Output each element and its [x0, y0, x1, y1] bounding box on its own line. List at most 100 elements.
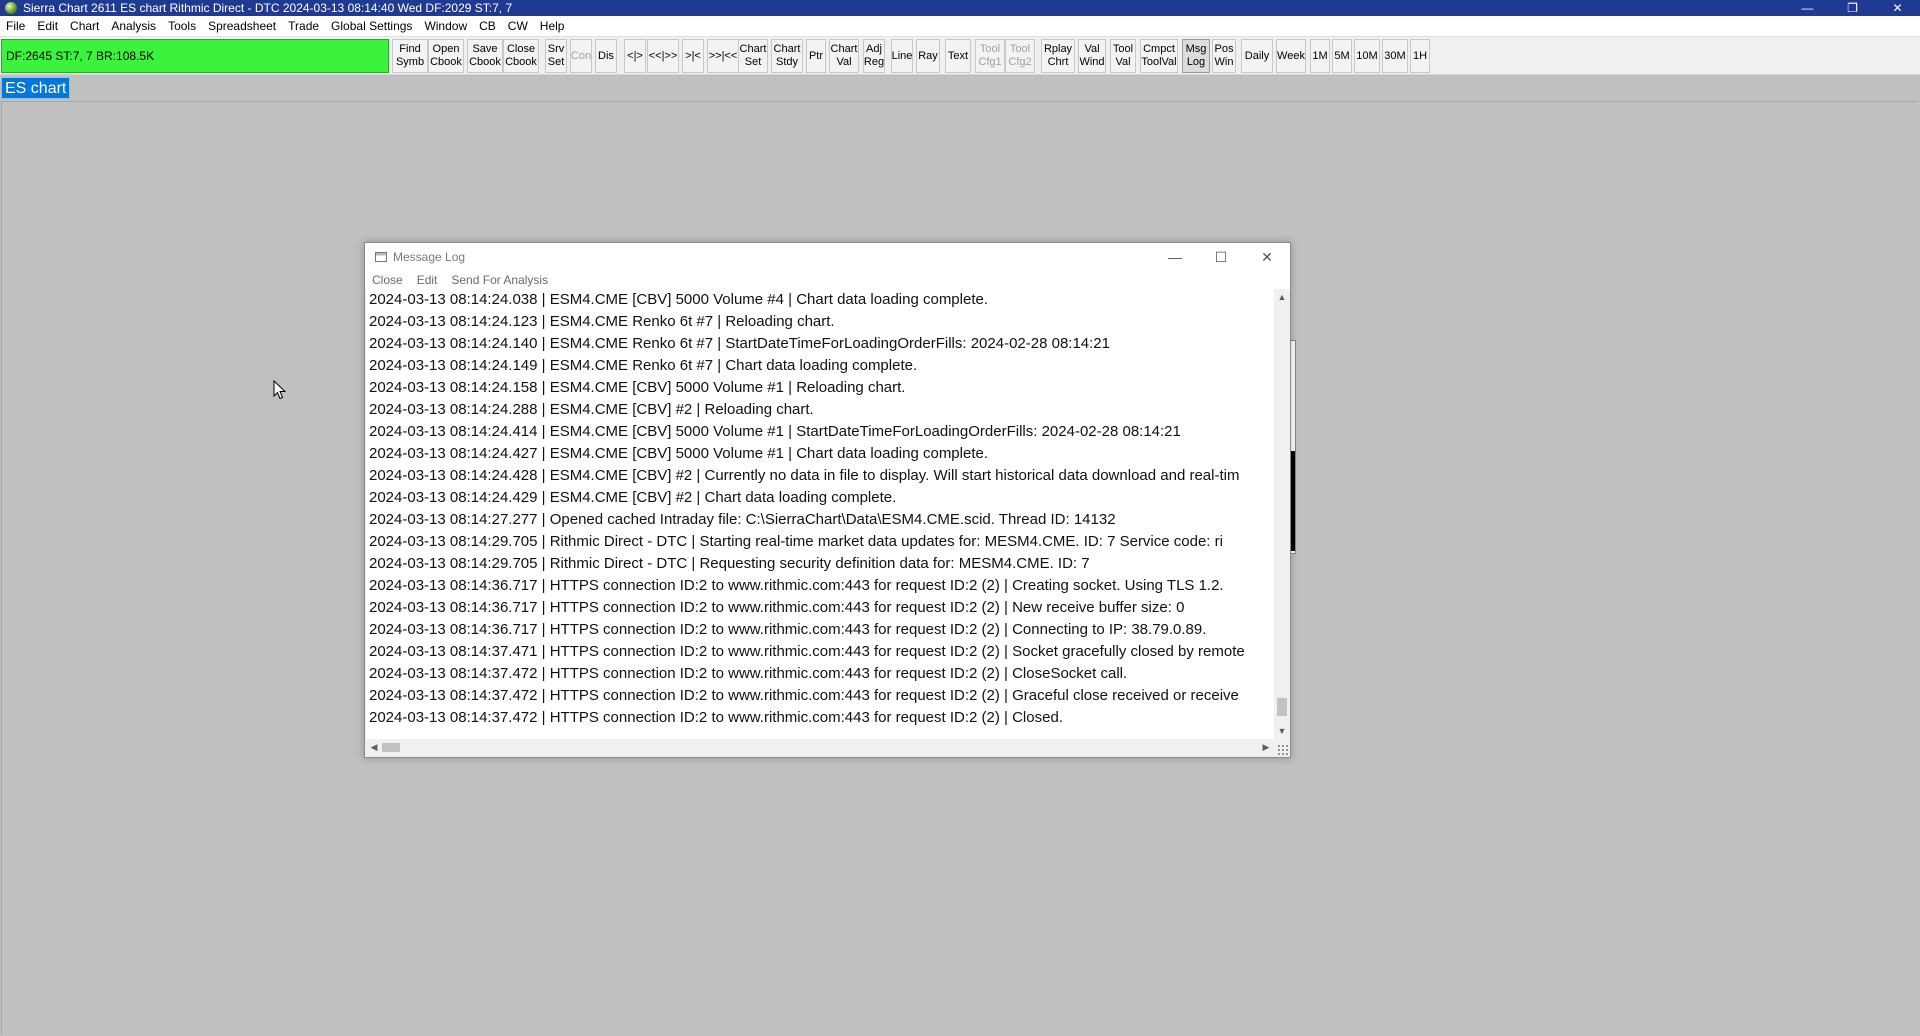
toolbar-button-week-28[interactable]: Week — [1276, 39, 1306, 73]
menu-cw[interactable]: CW — [502, 16, 534, 37]
toolbar-button-chart-val-14[interactable]: Chart Val — [829, 39, 859, 73]
menu-analysis[interactable]: Analysis — [105, 16, 162, 37]
toolbar-button-label: Reg — [863, 56, 885, 68]
toolbar-button-label: Msg — [1185, 43, 1207, 55]
title-bar: Sierra Chart 2611 ES chart Rithmic Direc… — [0, 0, 1920, 16]
menu-bar: File Edit Chart Analysis Tools Spreadshe… — [0, 16, 1920, 37]
toolbar-button-label: Log — [1186, 56, 1206, 68]
toolbar-button-chart-set-11[interactable]: Chart Set — [738, 39, 768, 73]
message-log-menu-close[interactable]: Close — [365, 273, 410, 287]
menu-help[interactable]: Help — [534, 16, 571, 37]
toolbar-button-rplay-chrt-21[interactable]: Rplay Chrt — [1041, 39, 1075, 73]
toolbar-button-label: Symb — [395, 56, 425, 68]
toolbar-button-label: Cbook — [469, 56, 501, 68]
toolbar-button-adj-reg-15[interactable]: Adj Reg — [863, 39, 885, 73]
toolbar-button-10m-31[interactable]: 10M — [1354, 39, 1380, 73]
toolbar-button-label: Chart — [830, 43, 858, 55]
toolbar: DF:2645 ST:7, 7 BR:108.5K Find Symb Open Cb… — [0, 37, 1920, 75]
window-title: Sierra Chart 2611 ES chart Rithmic Direc… — [23, 1, 513, 15]
scroll-down-arrow-icon[interactable]: ▼ — [1274, 723, 1290, 739]
sierra-chart-app-icon — [5, 2, 17, 14]
message-log-window-controls: — ☐ ✕ — [1152, 243, 1290, 271]
toolbar-button-open-cbook-1[interactable]: Open Cbook — [428, 39, 464, 73]
menu-trade[interactable]: Trade — [282, 16, 325, 37]
menu-file[interactable]: File — [0, 16, 31, 37]
toolbar-button-label: Cmpct — [1143, 43, 1175, 55]
toolbar-button-con-5[interactable]: Con — [570, 39, 592, 73]
horizontal-scroll-thumb[interactable] — [382, 743, 400, 752]
toolbar-button-daily-27[interactable]: Daily — [1241, 39, 1273, 73]
log-line: 2024-03-13 08:14:24.123 | ESM4.CME Renko… — [369, 313, 835, 330]
toolbar-button-label: Daily — [1244, 49, 1270, 62]
toolbar-button-close-cbook-3[interactable]: Close Cbook — [503, 39, 539, 73]
log-line: 2024-03-13 08:14:24.140 | ESM4.CME Renko… — [369, 335, 1110, 352]
toolbar-button-label: Con — [570, 49, 592, 62]
toolbar-button-chart-stdy-12[interactable]: Chart Stdy — [771, 39, 803, 73]
menu-edit[interactable]: Edit — [31, 16, 64, 37]
toolbar-button-label: Find — [399, 43, 421, 55]
toolbar-button-label: Close — [506, 43, 536, 55]
message-log-minimize-button[interactable]: — — [1152, 243, 1198, 271]
toolbar-button-tool-cfg1-19[interactable]: Tool Cfg1 — [975, 39, 1005, 73]
toolbar-button-save-cbook-2[interactable]: Save Cbook — [467, 39, 503, 73]
toolbar-button-srv-set-4[interactable]: Srv Set — [545, 39, 567, 73]
toolbar-button-label: Adj — [866, 43, 882, 55]
toolbar-button-dis-6[interactable]: Dis — [595, 39, 617, 73]
message-log-menu-send-for-analysis[interactable]: Send For Analysis — [444, 273, 555, 287]
toolbar-button-1h-33[interactable]: 1H — [1410, 39, 1430, 73]
toolbar-button-label: Dis — [598, 49, 614, 62]
menu-window[interactable]: Window — [418, 16, 473, 37]
menu-cb[interactable]: CB — [473, 16, 502, 37]
log-line: 2024-03-13 08:14:24.429 | ESM4.CME [CBV]… — [369, 489, 897, 506]
log-line: 2024-03-13 08:14:24.414 | ESM4.CME [CBV]… — [369, 423, 1181, 440]
message-log-maximize-button[interactable]: ☐ — [1198, 243, 1244, 271]
toolbar-button-nav-9[interactable]: >|< — [682, 39, 704, 73]
toolbar-button-label: Ray — [918, 49, 938, 62]
menu-spreadsheet[interactable]: Spreadsheet — [202, 16, 282, 37]
resize-grip-icon[interactable] — [1277, 744, 1289, 756]
log-line: 2024-03-13 08:14:24.149 | ESM4.CME Renko… — [369, 357, 918, 374]
toolbar-button-ray-17[interactable]: Ray — [916, 39, 940, 73]
minimize-button[interactable]: — — [1785, 0, 1830, 16]
scroll-right-arrow-icon[interactable]: ▶ — [1258, 739, 1274, 756]
log-line: 2024-03-13 08:14:24.288 | ESM4.CME [CBV]… — [369, 401, 814, 418]
toolbar-button-cmpct-toolval-24[interactable]: Cmpct ToolVal — [1140, 39, 1178, 73]
message-log-menu: Close Edit Send For Analysis — [365, 271, 1290, 289]
toolbar-button-find-symb-0[interactable]: Find Symb — [392, 39, 428, 73]
toolbar-button-text-18[interactable]: Text — [945, 39, 971, 73]
scroll-up-arrow-icon[interactable]: ▲ — [1274, 289, 1290, 305]
toolbar-button-ptr-13[interactable]: Ptr — [806, 39, 826, 73]
menu-global-settings[interactable]: Global Settings — [325, 16, 418, 37]
scroll-left-arrow-icon[interactable]: ◀ — [366, 739, 382, 756]
toolbar-button-tool-cfg2-20[interactable]: Tool Cfg2 — [1005, 39, 1035, 73]
toolbar-button-5m-30[interactable]: 5M — [1332, 39, 1352, 73]
toolbar-button-label: Cfg2 — [1008, 56, 1032, 68]
message-log-title-bar[interactable]: Message Log — ☐ ✕ — [365, 243, 1290, 271]
toolbar-button-label: ToolVal — [1141, 56, 1177, 68]
menu-chart[interactable]: Chart — [64, 16, 105, 37]
message-log-text-area[interactable]: 2024-03-13 08:14:24.038 | ESM4.CME [CBV]… — [366, 289, 1274, 739]
message-log-close-button[interactable]: ✕ — [1244, 243, 1290, 271]
toolbar-button-msg-log-25[interactable]: Msg Log — [1182, 39, 1210, 73]
toolbar-button-label: Val — [1115, 56, 1131, 68]
message-log-menu-edit[interactable]: Edit — [410, 273, 445, 287]
toolbar-button-pos-win-26[interactable]: Pos Win — [1212, 39, 1236, 73]
toolbar-button-1m-29[interactable]: 1M — [1310, 39, 1330, 73]
message-log-vertical-scrollbar[interactable]: ▲ ▼ — [1274, 289, 1290, 739]
toolbar-button-tool-val-23[interactable]: Tool Val — [1110, 39, 1136, 73]
toolbar-button-nav-10[interactable]: >>|<< — [707, 39, 739, 73]
toolbar-button-nav-7[interactable]: <|> — [624, 39, 646, 73]
toolbar-button-30m-32[interactable]: 30M — [1382, 39, 1408, 73]
toolbar-button-line-16[interactable]: Line — [891, 39, 913, 73]
toolbar-button-label: Tool — [979, 43, 1001, 55]
vertical-scroll-thumb[interactable] — [1277, 698, 1287, 716]
toolbar-button-label: 10M — [1356, 49, 1378, 62]
restore-button[interactable]: ❐ — [1830, 0, 1875, 16]
menu-tools[interactable]: Tools — [162, 16, 202, 37]
chart-tab-es-chart[interactable]: ES chart — [1, 77, 71, 99]
log-line: 2024-03-13 08:14:27.277 | Opened cached … — [369, 511, 1116, 528]
toolbar-button-val-wind-22[interactable]: Val Wind — [1078, 39, 1106, 73]
toolbar-button-nav-8[interactable]: <<|>> — [647, 39, 679, 73]
message-log-horizontal-scrollbar[interactable]: ◀ ▶ — [366, 739, 1274, 756]
close-button[interactable]: ✕ — [1875, 0, 1920, 16]
